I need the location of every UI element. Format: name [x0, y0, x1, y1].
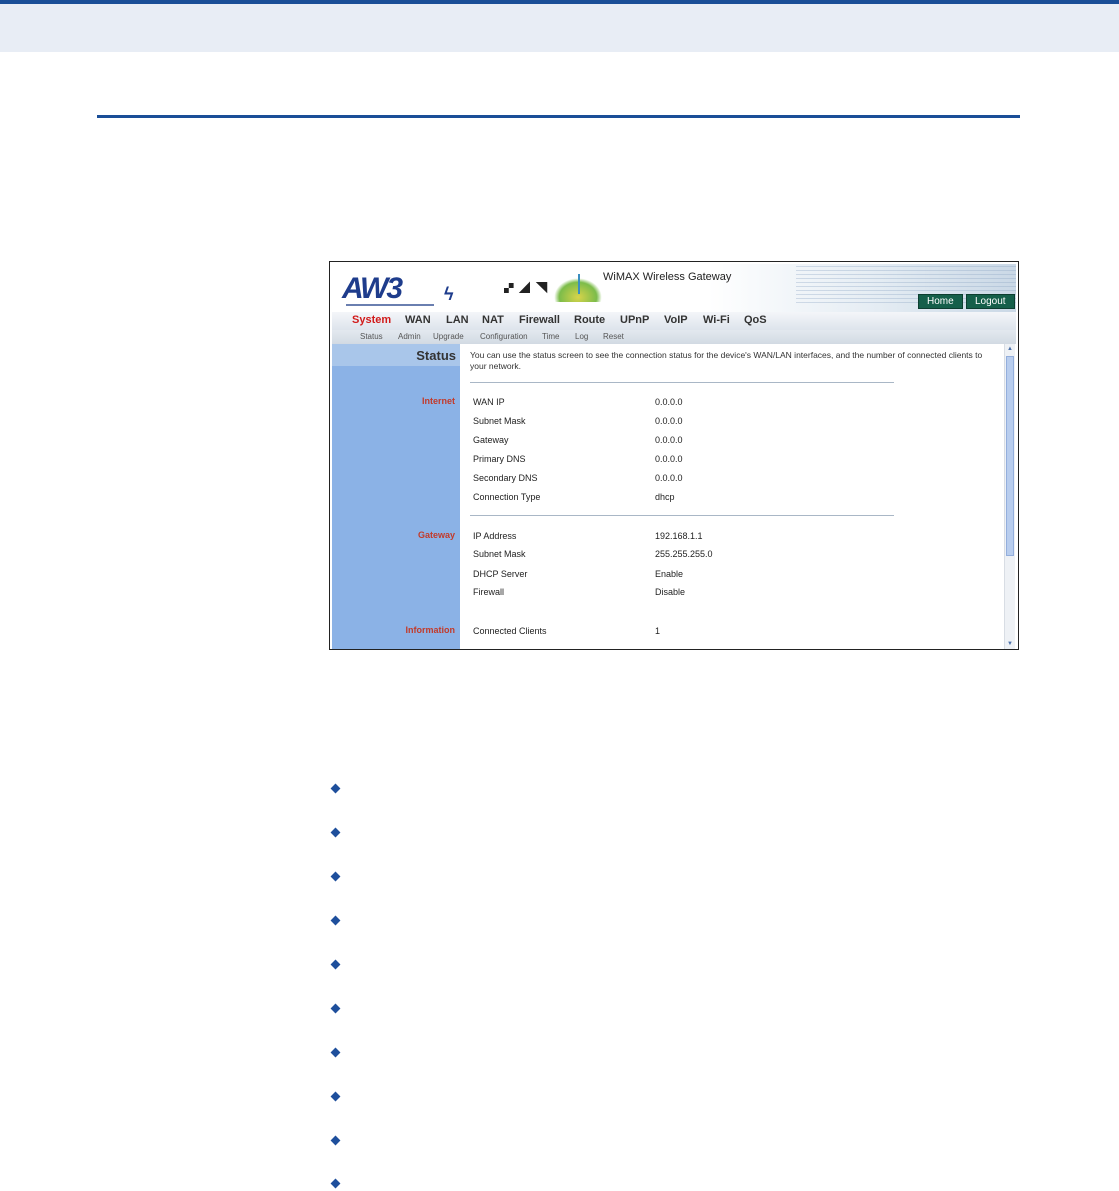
section-gateway-label: Gateway — [417, 530, 455, 540]
vertical-scrollbar[interactable]: ▲ ▼ — [1004, 344, 1015, 649]
section-internet-label: Internet — [421, 396, 455, 406]
subnav-time[interactable]: Time — [542, 332, 559, 341]
kv-value: 0.0.0.0 — [655, 397, 683, 407]
divider — [470, 515, 894, 516]
kv-value: 255.255.255.0 — [655, 549, 713, 559]
bullet-diamond-icon — [330, 1178, 342, 1190]
section-rule — [97, 115, 1020, 118]
subnav-reset[interactable]: Reset — [603, 332, 624, 341]
nav-wan[interactable]: WAN — [405, 314, 431, 326]
scroll-up-icon[interactable]: ▲ — [1005, 344, 1015, 354]
sub-nav: Status Admin Upgrade Configuration Time … — [332, 330, 1016, 344]
status-content: You can use the status screen to see the… — [460, 344, 1004, 649]
page-header-band — [0, 0, 1119, 52]
aw3-logo: AW3 — [342, 272, 403, 305]
router-screenshot: AW3 ϟ 🙾 ◢ ◥ WiMAX Wireless Gateway Home … — [329, 261, 1019, 650]
bullet-diamond-icon — [330, 1003, 342, 1015]
kv-value: 0.0.0.0 — [655, 473, 683, 483]
kv-label: Secondary DNS — [473, 473, 538, 483]
kv-value: 0.0.0.0 — [655, 416, 683, 426]
bullet-diamond-icon — [330, 959, 342, 971]
subnav-log[interactable]: Log — [575, 332, 588, 341]
bullet-diamond-icon — [330, 827, 342, 839]
nav-upnp[interactable]: UPnP — [620, 314, 649, 326]
kv-value: dhcp — [655, 492, 675, 502]
kv-label: WAN IP — [473, 397, 505, 407]
home-button[interactable]: Home — [918, 294, 963, 309]
subnav-admin[interactable]: Admin — [398, 332, 421, 341]
nav-voip[interactable]: VoIP — [664, 314, 688, 326]
kv-value: 192.168.1.1 — [655, 531, 703, 541]
kv-label: Subnet Mask — [473, 549, 526, 559]
kv-value: Enable — [655, 569, 684, 579]
sidebar: Status Internet Gateway Information — [332, 344, 460, 649]
logout-button[interactable]: Logout — [966, 294, 1015, 309]
nav-system[interactable]: System — [352, 314, 391, 326]
kv-label: DHCP Server — [473, 569, 528, 579]
router-header: AW3 ϟ 🙾 ◢ ◥ WiMAX Wireless Gateway Home … — [332, 264, 1016, 312]
subnav-status[interactable]: Status — [360, 332, 383, 341]
page-title: Status — [416, 348, 456, 363]
bullet-diamond-icon — [330, 783, 342, 795]
birds-icon: 🙾 ◢ ◥ — [504, 280, 549, 297]
subnav-upgrade[interactable]: Upgrade — [433, 332, 464, 341]
sidebar-title-bar: Status — [332, 344, 460, 366]
kv-label: Subnet Mask — [473, 416, 526, 426]
kv-value: Disable — [655, 587, 686, 597]
kv-value: 1 — [655, 626, 661, 636]
divider — [470, 382, 894, 383]
nav-qos[interactable]: QoS — [744, 314, 767, 326]
bullet-diamond-icon — [330, 871, 342, 883]
bullet-diamond-icon — [330, 1135, 342, 1147]
section-information-label: Information — [405, 625, 456, 635]
kv-label: IP Address — [473, 531, 517, 541]
subnav-configuration[interactable]: Configuration — [480, 332, 528, 341]
nav-firewall[interactable]: Firewall — [519, 314, 560, 326]
island-icon — [554, 274, 602, 302]
nav-lan[interactable]: LAN — [446, 314, 469, 326]
scroll-thumb[interactable] — [1006, 356, 1014, 556]
kv-label: Firewall — [473, 587, 505, 597]
scroll-down-icon[interactable]: ▼ — [1005, 639, 1015, 649]
logo-underline — [346, 304, 434, 306]
main-nav: System WAN LAN NAT Firewall Route UPnP V… — [332, 312, 1016, 330]
bullet-diamond-icon — [330, 915, 342, 927]
status-description: You can use the status screen to see the… — [470, 350, 983, 371]
bullet-diamond-icon — [330, 1091, 342, 1103]
nav-route[interactable]: Route — [574, 314, 605, 326]
bullet-diamond-icon — [330, 1047, 342, 1059]
kv-value: 0.0.0.0 — [655, 454, 683, 464]
kv-label: Gateway — [473, 435, 509, 445]
kv-label: Connection Type — [473, 492, 541, 502]
app-title: WiMAX Wireless Gateway — [603, 271, 732, 283]
kv-value: 0.0.0.0 — [655, 435, 683, 445]
nav-wifi[interactable]: Wi-Fi — [703, 314, 730, 326]
kv-label: Connected Clients — [473, 626, 547, 636]
kv-label: Primary DNS — [473, 454, 526, 464]
nav-nat[interactable]: NAT — [482, 314, 504, 326]
bolt-icon: ϟ — [444, 284, 454, 304]
